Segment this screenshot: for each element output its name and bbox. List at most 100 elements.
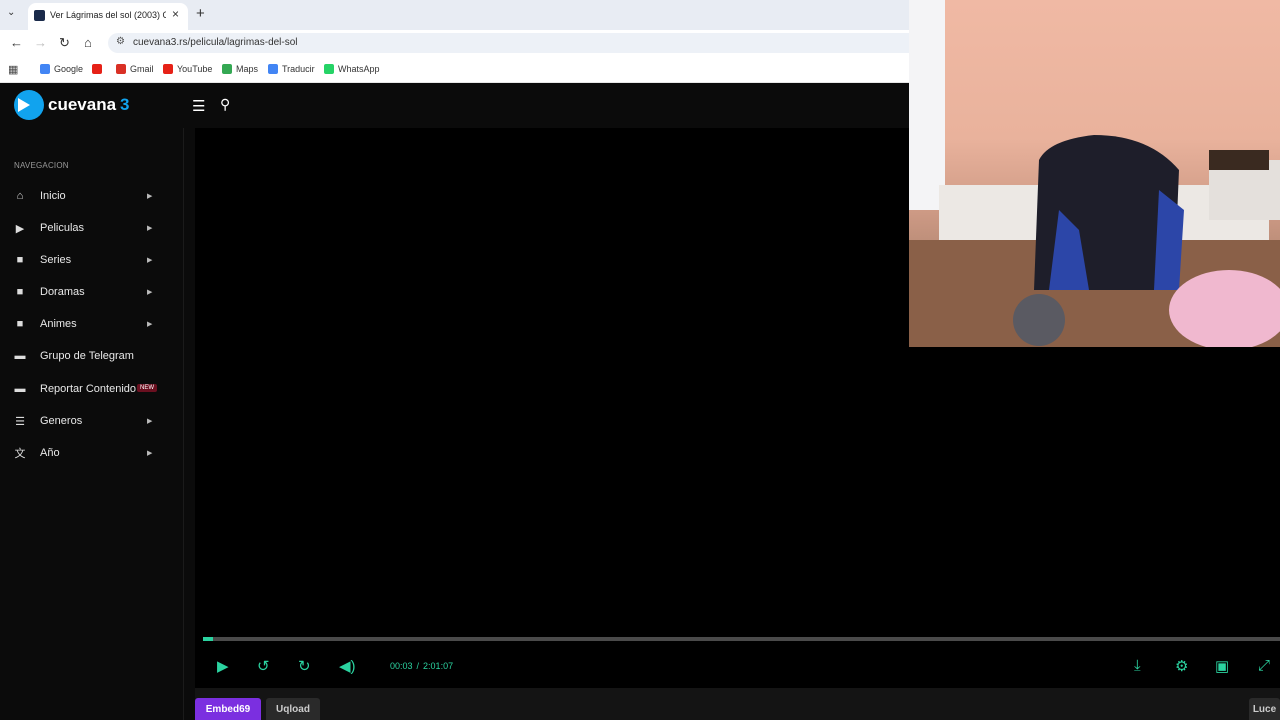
forward-icon[interactable]: →: [34, 35, 47, 50]
picture-in-picture-icon[interactable]: ▣: [1215, 657, 1229, 675]
bookmark-maps[interactable]: Maps: [222, 64, 258, 74]
url-text: cuevana3.rs/pelicula/lagrimas-del-sol: [133, 37, 298, 48]
logo-play-icon: [14, 90, 44, 120]
caret-right-icon: ▶: [147, 321, 153, 328]
caret-right-icon: ▶: [147, 225, 153, 232]
back-icon[interactable]: ←: [10, 35, 23, 50]
site-favicon-icon: [34, 10, 45, 21]
sidebar-item-label: Generos: [40, 415, 83, 427]
apps-grid-icon[interactable]: ▦: [8, 63, 18, 76]
chat-icon: ▬: [14, 350, 26, 362]
browser-tab[interactable]: Ver Lágrimas del sol (2003) Onl ×: [28, 3, 188, 30]
close-tab-icon[interactable]: ×: [172, 7, 179, 21]
tab-list-icon[interactable]: ⌄: [7, 7, 15, 18]
server-tab-luce[interactable]: Luce: [1249, 698, 1280, 720]
progress-fill: [203, 637, 213, 641]
bookmark-youtube-shortcut[interactable]: [92, 64, 106, 74]
duration: 2:01:07: [423, 661, 454, 671]
sidebar-item-inicio[interactable]: ⌂ Inicio ▶: [0, 183, 184, 209]
home-icon: ⌂: [16, 190, 24, 202]
settings-gear-icon[interactable]: ⚙: [1175, 657, 1188, 675]
bookmarks-bar: ▦ Google Gmail YouTube Maps Traducir WhatsApp: [0, 56, 909, 83]
play-icon: ▶: [15, 222, 25, 235]
time-separator: /: [416, 661, 420, 671]
play-icon[interactable]: ▶: [217, 657, 229, 675]
sidebar-item-label: Reportar Contenido: [40, 383, 137, 395]
chat-icon: ▬: [14, 383, 26, 395]
caret-right-icon: ▶: [147, 193, 153, 200]
translate-icon: [268, 64, 278, 74]
sidebar-item-animes[interactable]: ■ Animes ▶: [0, 311, 184, 337]
home-icon[interactable]: ⌂: [84, 35, 92, 50]
sidebar-item-label: Peliculas: [40, 222, 85, 234]
sidebar-item-label: Grupo de Telegram: [40, 350, 134, 362]
bookmark-google[interactable]: Google: [40, 64, 83, 74]
bookmark-traducir[interactable]: Traducir: [268, 64, 315, 74]
sidebar-item-label: Doramas: [40, 286, 85, 298]
gmail-icon: [116, 64, 126, 74]
sidebar-item-label: Inicio: [40, 190, 66, 202]
browser-tab-bar: ⌄ Ver Lágrimas del sol (2003) Onl × +: [0, 0, 909, 30]
volume-icon[interactable]: ◀): [339, 657, 356, 675]
caret-right-icon: ▶: [147, 257, 153, 264]
site-info-icon[interactable]: ⚙: [116, 36, 125, 47]
fullscreen-icon[interactable]: ⤢: [1258, 657, 1270, 674]
site-logo[interactable]: cuevana 3: [14, 90, 130, 120]
time-display: 00:03 / 2:01:07: [390, 661, 453, 671]
video-camera-icon: ■: [16, 254, 24, 266]
bookmark-label: YouTube: [177, 64, 213, 74]
server-tab-uqload[interactable]: Uqload: [266, 698, 320, 720]
google-icon: [40, 64, 50, 74]
tab-title: Ver Lágrimas del sol (2003) Onl: [50, 10, 166, 20]
reload-icon[interactable]: ↻: [59, 35, 70, 51]
server-tabs: Embed69 Uqload Luce: [195, 688, 1280, 720]
caret-right-icon: ▶: [147, 289, 153, 296]
sidebar-item-label: Series: [40, 254, 72, 266]
logo-text: cuevana: [48, 95, 117, 114]
download-icon[interactable]: ⤓: [1134, 657, 1141, 674]
browser-toolbar: ← → ↻ ⌂ ⚙ cuevana3.rs/pelicula/lagrimas-…: [0, 30, 909, 56]
site-header: cuevana 3 ☰ ⚲: [0, 84, 909, 128]
rewind-10-icon[interactable]: ↺: [257, 657, 270, 675]
nav-heading: NAVEGACION: [14, 161, 69, 170]
bookmark-whatsapp[interactable]: WhatsApp: [324, 64, 380, 74]
address-bar[interactable]: ⚙ cuevana3.rs/pelicula/lagrimas-del-sol: [108, 33, 909, 53]
logo-number: 3: [120, 95, 130, 114]
sidebar-item-grupo-de-telegram[interactable]: ▬ Grupo de Telegram: [0, 343, 184, 369]
bookmark-label: Traducir: [282, 64, 315, 74]
hamburger-menu-icon[interactable]: ☰: [192, 97, 205, 115]
sidebar-item-label: Año: [40, 447, 60, 459]
bookmark-label: Google: [54, 64, 84, 74]
server-tab-embed69[interactable]: Embed69: [195, 698, 261, 720]
current-time: 00:03: [390, 661, 413, 671]
webcam-overlay: [909, 0, 1280, 347]
sidebar-item-año[interactable]: 文 Año ▶: [0, 440, 184, 466]
sidebar: NAVEGACION ⌂ Inicio ▶ ▶ Peliculas ▶ ■ Series ▶ ■ D…: [0, 128, 184, 720]
webcam-scene: [909, 0, 1280, 347]
maps-icon: [222, 64, 232, 74]
youtube-icon: [163, 64, 173, 74]
sidebar-item-generos[interactable]: ☰ Generos ▶: [0, 408, 184, 434]
whatsapp-icon: [324, 64, 334, 74]
forward-10-icon[interactable]: ↻: [298, 657, 311, 675]
search-icon[interactable]: ⚲: [220, 96, 230, 113]
video-camera-icon: ■: [16, 286, 24, 298]
new-tab-icon[interactable]: +: [196, 5, 205, 22]
bookmark-label: Gmail: [130, 64, 154, 74]
sidebar-item-series[interactable]: ■ Series ▶: [0, 247, 184, 273]
sidebar-item-reportar-contenido[interactable]: ▬ Reportar Contenido NEW: [0, 376, 184, 402]
bookmark-youtube[interactable]: YouTube: [163, 64, 212, 74]
progress-bar[interactable]: [203, 637, 1280, 641]
youtube-icon: [92, 64, 102, 74]
translate-icon: 文: [14, 448, 26, 460]
sidebar-item-peliculas[interactable]: ▶ Peliculas ▶: [0, 215, 184, 241]
bookmark-label: WhatsApp: [338, 64, 380, 74]
sidebar-item-doramas[interactable]: ■ Doramas ▶: [0, 279, 184, 305]
list-icon: ☰: [15, 415, 25, 428]
new-badge: NEW: [137, 384, 157, 392]
sidebar-item-label: Animes: [40, 318, 77, 330]
caret-right-icon: ▶: [147, 418, 153, 425]
bookmark-label: Maps: [236, 64, 259, 74]
bookmark-gmail[interactable]: Gmail: [116, 64, 154, 74]
video-camera-icon: ■: [16, 318, 24, 330]
